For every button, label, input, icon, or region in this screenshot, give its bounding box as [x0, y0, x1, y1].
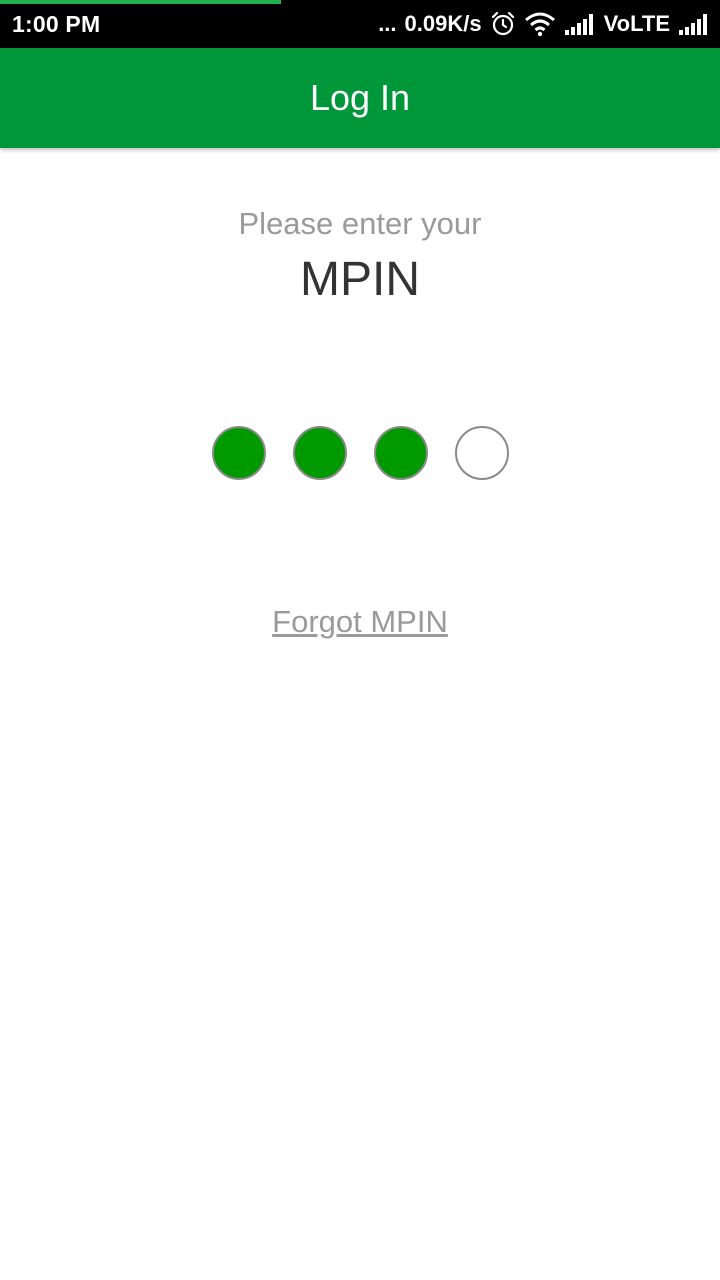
carrier-label: VoLTE — [603, 11, 670, 36]
forgot-mpin-link[interactable]: Forgot MPIN — [0, 604, 720, 640]
signal-icon — [678, 12, 710, 36]
pin-dot-filled — [374, 426, 428, 480]
pin-dot-filled — [212, 426, 266, 480]
mpin-heading: MPIN — [300, 253, 420, 306]
mpin-prompt-text: Please enter your — [238, 206, 482, 241]
status-bar: 1:00 PM ... 0.09K/s VoLTE — [0, 0, 720, 48]
status-time: 1:00 PM — [12, 11, 101, 37]
page-title: Log In — [309, 77, 411, 118]
pin-dot-empty — [455, 426, 509, 480]
status-progress-bar — [0, 0, 281, 4]
status-dots: ... — [378, 11, 397, 36]
network-speed: 0.09K/s — [404, 11, 482, 36]
app-bar: Log In — [0, 48, 720, 148]
signal-icon — [564, 12, 596, 36]
alarm-icon — [490, 11, 516, 37]
pin-indicator — [212, 426, 509, 480]
wifi-icon — [524, 11, 556, 37]
pin-dot-filled — [293, 426, 347, 480]
status-icons: ... 0.09K/s VoLTE — [378, 8, 710, 40]
